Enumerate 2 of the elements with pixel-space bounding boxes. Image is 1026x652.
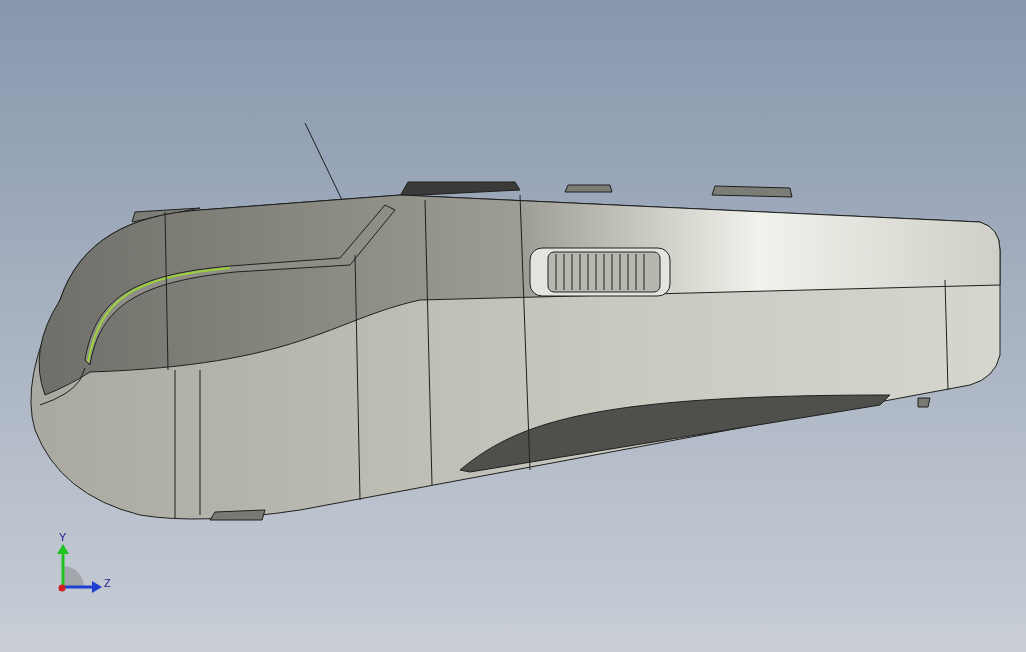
axis-label: Y bbox=[59, 531, 67, 543]
axis-label: Z bbox=[104, 577, 111, 589]
